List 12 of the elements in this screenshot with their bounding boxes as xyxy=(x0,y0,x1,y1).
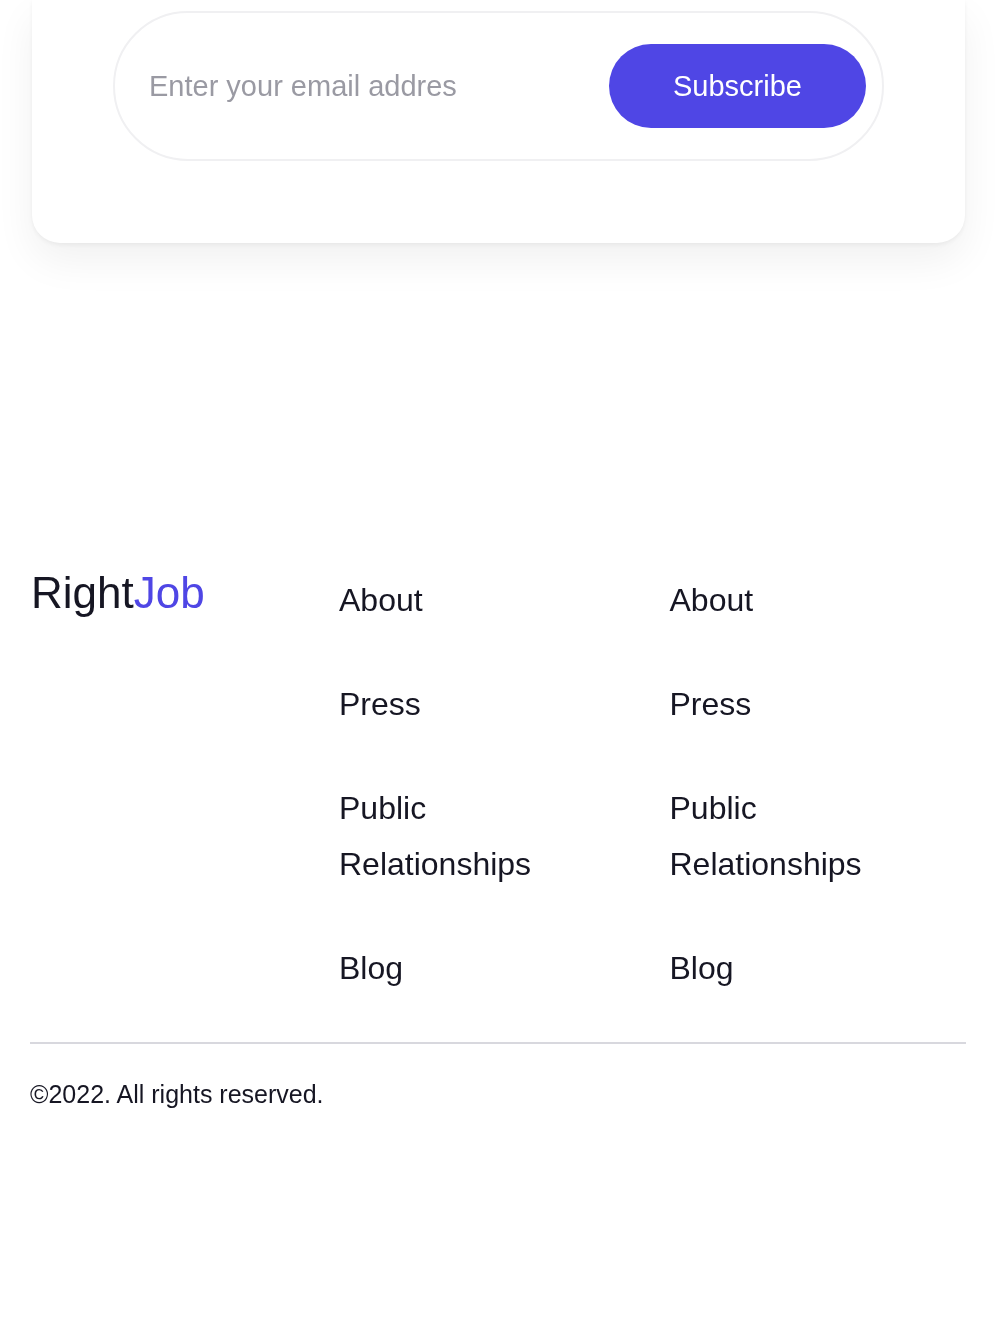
footer-link[interactable]: Public Relationships xyxy=(339,780,589,892)
footer-link[interactable]: About xyxy=(669,572,920,628)
footer-link[interactable]: Blog xyxy=(669,940,920,996)
email-input[interactable]: Enter your email addres xyxy=(147,68,609,104)
footer-link[interactable]: About xyxy=(339,572,589,628)
copyright-text: ©2022. All rights reserved. xyxy=(30,1080,325,1109)
footer-link[interactable]: Press xyxy=(339,676,589,732)
footer-link[interactable]: Public Relationships xyxy=(669,780,920,892)
brand-logo[interactable]: RightJob xyxy=(31,568,339,996)
footer-link[interactable]: Press xyxy=(669,676,920,732)
footer-link[interactable]: Blog xyxy=(339,940,589,996)
subscribe-button[interactable]: Subscribe xyxy=(609,44,866,128)
